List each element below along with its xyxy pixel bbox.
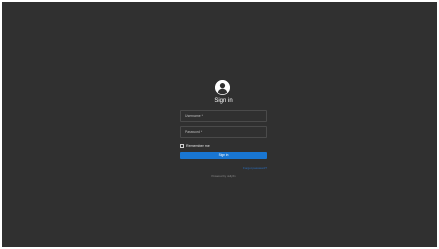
sign-in-button[interactable]: Sign in: [180, 152, 267, 159]
signin-card: Sign in Username * Password * Remember m…: [180, 80, 267, 182]
powered-by-text: Powered by Jellyfin: [211, 174, 236, 178]
username-field[interactable]: Username *: [180, 110, 267, 122]
password-field[interactable]: Password *: [180, 126, 267, 138]
password-placeholder: Password *: [185, 130, 203, 134]
remember-me-row[interactable]: Remember me: [180, 143, 210, 149]
login-screen: Sign in Username * Password * Remember m…: [2, 2, 437, 247]
remember-me-checkbox[interactable]: [180, 144, 184, 148]
user-avatar-icon: [215, 80, 230, 95]
username-placeholder: Username *: [185, 114, 203, 118]
forgot-password-link[interactable]: Forgot password?: [243, 166, 267, 170]
remember-me-label: Remember me: [186, 143, 210, 148]
page-title: Sign in: [214, 98, 233, 104]
